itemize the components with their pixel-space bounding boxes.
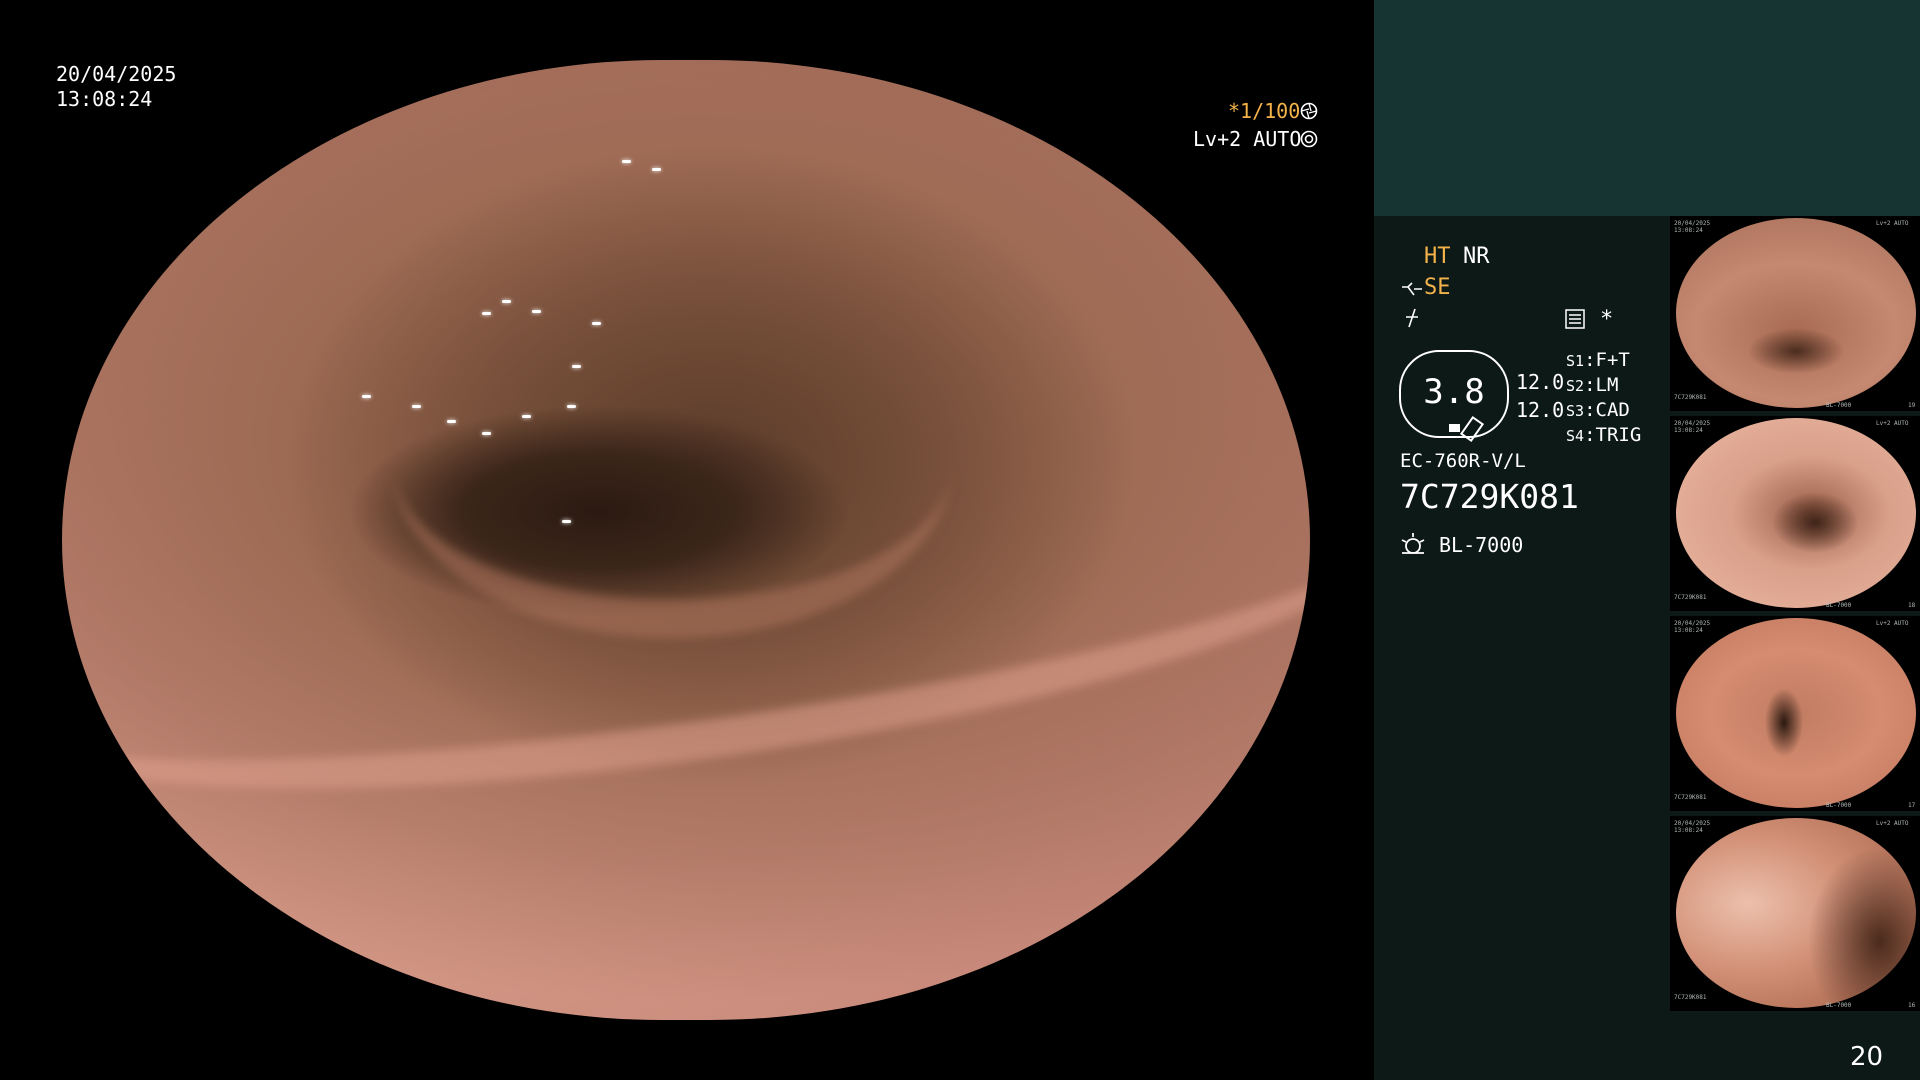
switch-s3: S3:CAD [1566,399,1630,421]
panel-header-area [1374,0,1920,216]
thumbnail-meta-left: 20/04/2025 13:08:24 [1674,820,1711,834]
switch-s4: S4:TRIG [1566,424,1642,446]
specular-highlight [412,405,421,408]
specular-highlight [592,322,601,325]
auto-exposure-icon [1300,130,1318,148]
scope-model: EC-760R-V/L [1400,450,1526,472]
switch-key: S4 [1566,427,1585,445]
date-time: 20/04/2025 13:08:24 [56,62,176,112]
zoom-gauge: 3.8 [1399,350,1509,443]
switch-key: S1 [1566,352,1585,370]
brightness-level: Lv+2 AUTO [1193,127,1302,151]
se-mode: SE [1424,275,1451,300]
nr-mode: NR [1463,244,1490,269]
asterisk-indicator: * [1600,307,1614,332]
thumbnail-image [1676,218,1916,408]
page-number: 20 [1850,1042,1884,1072]
specular-highlight [482,312,491,315]
value-1: 12.0 [1516,370,1565,394]
switch-key: S2 [1566,377,1585,395]
switch-s2: S2:LM [1566,374,1619,396]
endoscopy-screen: 20/04/2025 13:08:24 *1/100 Lv+2 AUTO HT N… [0,0,1920,1080]
value-2: 12.0 [1516,398,1565,422]
light-source: BL-7000 [1439,533,1524,557]
mucosa-fold [392,290,952,638]
thumbnail-serial: 7C729K081 [1674,994,1707,1001]
thumbnail-4[interactable]: 20/04/2025 13:08:24 Lv+2 AUTO 7C729K081 B… [1670,816,1920,1011]
thumbnail-serial: 7C729K081 [1674,594,1707,601]
date-text: 20/04/2025 [56,62,177,86]
thumbnail-meta-right: Lv+2 AUTO [1876,820,1909,827]
color-enhance-icon [1406,308,1418,328]
thumbnail-meta-right: Lv+2 AUTO [1876,220,1909,227]
thumbnail-index: 17 [1908,802,1916,809]
thumbnail-2[interactable]: 20/04/2025 13:08:24 Lv+2 AUTO 7C729K081 B… [1670,416,1920,611]
thumbnail-light: BL-7000 [1826,602,1852,609]
gauge-value: 3.8 [1423,372,1485,412]
thumbnail-image [1676,418,1916,608]
endoscope-main-view [62,60,1310,1020]
switch-key: S3 [1566,402,1585,420]
specular-highlight [502,300,511,303]
structure-enhance-icon [1402,282,1422,296]
thumbnail-meta-right: Lv+2 AUTO [1876,420,1909,427]
specular-highlight [567,405,576,408]
specular-highlight [522,415,531,418]
time-text: 13:08:24 [56,87,153,111]
scope-serial: 7C729K081 [1400,477,1579,516]
switch-value: CAD [1595,399,1630,421]
settings-list-icon [1565,309,1585,329]
thumbnail-meta-left: 20/04/2025 13:08:24 [1674,220,1711,234]
specular-highlight [622,160,631,163]
thumbnail-index: 18 [1908,602,1916,609]
thumbnail-index: 16 [1908,1002,1916,1009]
thumbnail-meta-right: Lv+2 AUTO [1876,620,1909,627]
ht-mode: HT [1424,244,1451,269]
aperture-icon [1300,102,1318,120]
thumbnail-image [1676,818,1916,1008]
specular-highlight [482,432,491,435]
specular-highlight [447,420,456,423]
switch-value: TRIG [1595,424,1642,446]
thumbnail-3[interactable]: 20/04/2025 13:08:24 Lv+2 AUTO 7C729K081 B… [1670,616,1920,811]
thumbnail-serial: 7C729K081 [1674,794,1707,801]
gauge-bar [1449,424,1460,432]
specular-highlight [362,395,371,398]
thumbnail-light: BL-7000 [1826,802,1852,809]
specular-highlight [532,310,541,313]
switch-value: LM [1595,374,1619,396]
thumbnail-meta-left: 20/04/2025 13:08:24 [1674,620,1711,634]
thumbnail-index: 19 [1908,402,1916,409]
switch-s1: S1:F+T [1566,349,1630,371]
specular-highlight [562,520,571,523]
light-source-icon [1401,533,1425,554]
specular-highlight [572,365,581,368]
thumbnail-light: BL-7000 [1826,1002,1852,1009]
shutter-speed: *1/100 [1228,99,1301,123]
thumbnail-1[interactable]: 20/04/2025 13:08:24 Lv+2 AUTO 7C729K081 B… [1670,216,1920,411]
switch-value: F+T [1595,349,1630,371]
thumbnail-image [1676,618,1916,808]
thumbnail-serial: 7C729K081 [1674,394,1707,401]
specular-highlight [652,168,661,171]
thumbnail-meta-left: 20/04/2025 13:08:24 [1674,420,1711,434]
thumbnail-light: BL-7000 [1826,402,1852,409]
